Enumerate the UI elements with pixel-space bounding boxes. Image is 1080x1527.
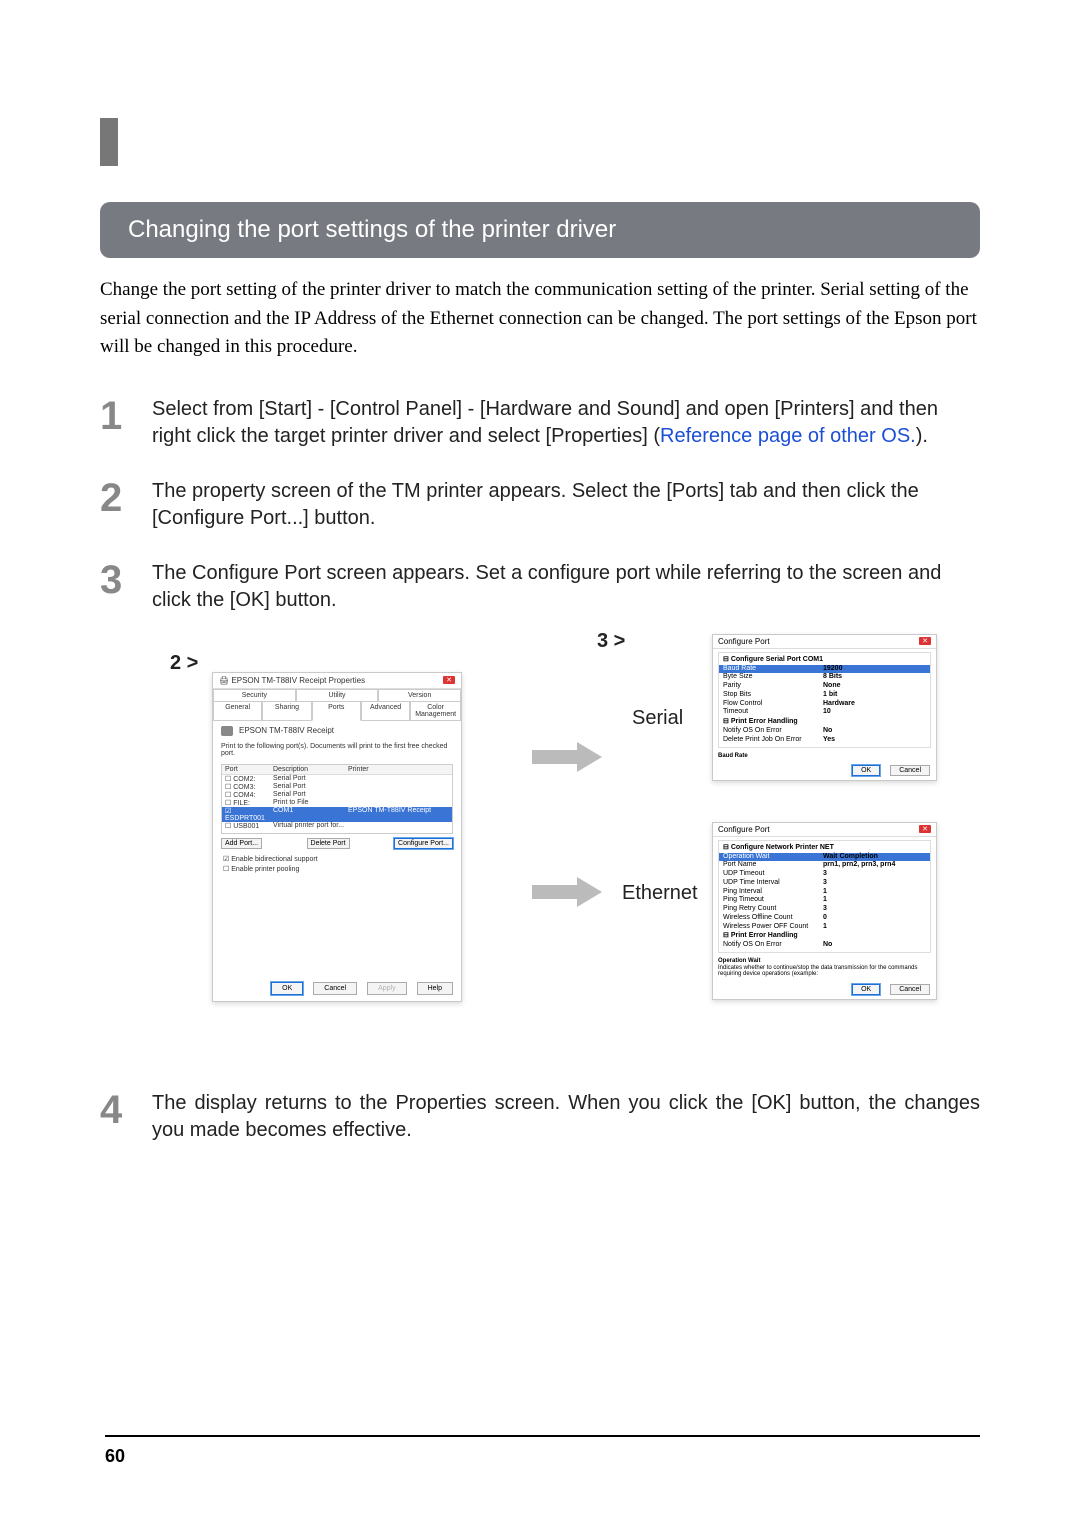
delete-port-button[interactable]: Delete Port [307, 838, 350, 849]
close-icon[interactable]: ✕ [919, 825, 931, 833]
help-button[interactable]: Help [417, 982, 453, 995]
arrow-icon [532, 742, 602, 772]
page-footer-rule [105, 1435, 980, 1437]
cancel-button[interactable]: Cancel [313, 982, 357, 995]
step-3-text: The Configure Port screen appears. Set a… [152, 560, 980, 614]
arrow-icon [532, 877, 602, 907]
port-row-selected[interactable]: ☑ ESDPRT001COM1EPSON TM-T88IV Receipt [222, 807, 452, 822]
page-number: 60 [105, 1446, 125, 1467]
tab-general[interactable]: General [213, 701, 262, 721]
ok-button[interactable]: OK [852, 984, 880, 995]
col-printer: Printer [345, 765, 452, 774]
pane3-label: 3 > [597, 630, 625, 653]
step-number-3: 3 [100, 560, 152, 614]
error-group-head: ⊟ Print Error Handling [723, 717, 926, 725]
serial-group-head: ⊟ Configure Serial Port COM1 [723, 655, 926, 663]
configure-network-dialog: Configure Port ✕ ⊟ Configure Network Pri… [712, 822, 937, 1000]
serial-label: Serial [632, 707, 683, 730]
bidi-checkbox[interactable]: ☑ Enable bidirectional support [223, 855, 451, 865]
tab-security[interactable]: Security [213, 689, 296, 701]
section-heading: Changing the port settings of the printe… [100, 202, 980, 258]
dialog-title: Configure Port [718, 825, 770, 834]
col-port: Port [222, 765, 270, 774]
dialog-title: Configure Port [718, 637, 770, 646]
col-desc: Description [270, 765, 345, 774]
close-icon[interactable]: ✕ [919, 637, 931, 645]
port-list[interactable]: Port Description Printer ☐ COM2:Serial P… [221, 764, 453, 834]
step-1-text: Select from [Start] - [Control Panel] - … [152, 396, 980, 450]
ethernet-label: Ethernet [622, 882, 698, 905]
intro-paragraph: Change the port setting of the printer d… [100, 276, 980, 362]
error-group-head: ⊟ Print Error Handling [723, 931, 926, 939]
step-2-text: The property screen of the TM printer ap… [152, 478, 980, 532]
tab-utility[interactable]: Utility [296, 689, 379, 701]
pane2-label: 2 > [170, 652, 198, 675]
ports-description: Print to the following port(s). Document… [213, 741, 461, 760]
ok-button[interactable]: OK [271, 982, 303, 995]
configure-serial-dialog: Configure Port ✕ ⊟ Configure Serial Port… [712, 634, 937, 782]
apply-button[interactable]: Apply [367, 982, 407, 995]
printer-properties-dialog: 🖨 EPSON TM-T88IV Receipt Properties ✕ Se… [212, 672, 462, 1002]
configure-port-button[interactable]: Configure Port... [394, 838, 453, 849]
cancel-button[interactable]: Cancel [890, 765, 930, 776]
tab-version[interactable]: Version [378, 689, 461, 701]
tab-sharing[interactable]: Sharing [262, 701, 311, 721]
step-4-text: The display returns to the Properties sc… [152, 1090, 980, 1144]
add-port-button[interactable]: Add Port... [221, 838, 262, 849]
tab-color[interactable]: Color Management [410, 701, 461, 721]
step-number-2: 2 [100, 478, 152, 532]
dialog-title: 🖨 EPSON TM-T88IV Receipt Properties [219, 676, 365, 685]
tab-advanced[interactable]: Advanced [361, 701, 410, 721]
ok-button[interactable]: OK [852, 765, 880, 776]
net-group-head: ⊟ Configure Network Printer NET [723, 843, 926, 851]
reference-link[interactable]: Reference page of other OS. [660, 425, 916, 447]
pooling-checkbox[interactable]: ☐ Enable printer pooling [223, 865, 451, 875]
diagram-area: 2 > 3 > Serial Ethernet 🖨 EPSON TM-T88IV… [152, 642, 980, 1062]
tab-ports[interactable]: Ports [312, 701, 361, 721]
close-icon[interactable]: ✕ [443, 676, 455, 684]
step-number-4: 4 [100, 1090, 152, 1144]
printer-icon [221, 726, 233, 736]
cancel-button[interactable]: Cancel [890, 984, 930, 995]
chapter-tab [100, 118, 118, 166]
steps-list: 1 Select from [Start] - [Control Panel] … [100, 396, 980, 1144]
printer-name: EPSON TM-T88IV Receipt [239, 726, 334, 735]
step-number-1: 1 [100, 396, 152, 450]
